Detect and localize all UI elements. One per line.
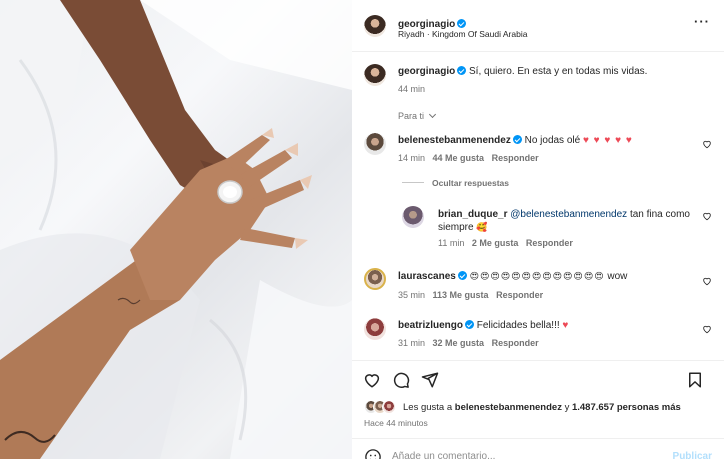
caption-text: Sí, quiero. En esta y en todas mis vidas… [469,66,648,77]
reply-time: 11 min [438,238,465,248]
comment-trailing-text: wow [607,271,628,282]
reply-like-heart-icon[interactable] [702,211,712,221]
hide-replies-button[interactable]: Ocultar respuestas [432,178,509,188]
caption-avatar[interactable] [364,64,386,86]
verified-icon [457,66,467,75]
share-icon[interactable] [421,371,439,389]
comment-input[interactable]: Añade un comentario... [392,451,495,459]
comment-meta: 35 min 113 Me gusta Responder [398,290,543,300]
filter-label: Para ti [398,111,425,121]
thread-divider [402,182,424,183]
comment-meta: 14 min 44 Me gusta Responder [398,153,539,163]
comment-item: beatrizluengo Felicidades bella!!! ♥ [398,320,698,331]
comment-avatar[interactable] [364,133,386,155]
comment-item: laurascanes 😍😍😍😍😍😍😍😍😍😍😍😍😍 wow [398,271,703,282]
composer-divider [352,438,724,439]
reply-username[interactable]: brian_duque_r [438,209,507,220]
comment-emoji: ♥ [562,320,570,331]
comment-username[interactable]: laurascanes [398,271,456,282]
chevron-down-icon [428,110,436,119]
more-options-icon[interactable]: ··· [694,14,710,29]
reply-likes[interactable]: 2 Me gusta [472,238,519,248]
like-heart-icon[interactable] [363,371,381,389]
liked-by-text: Les gusta a belenestebanmenendez y 1.487… [403,402,681,413]
emoji-smiley-icon[interactable] [364,448,382,459]
author-avatar[interactable] [364,15,386,37]
post-photo[interactable] [0,0,352,459]
liked-by-suffix: y [564,402,570,413]
comment-time: 31 min [398,338,426,348]
caption: georginagio Sí, quiero. En esta y en tod… [398,66,708,77]
post-panel: georginagio Riyadh · Kingdom Of Saudi Ar… [352,0,724,459]
comment-meta: 31 min 32 Me gusta Responder [398,338,539,348]
liked-by-prefix: Les gusta a [403,402,453,413]
comment-avatar[interactable] [364,268,386,290]
comment-item: belenestebanmenendez No jodas olé ♥ ♥ ♥ … [398,135,698,146]
liked-count[interactable]: 1.487.657 personas más [572,402,681,413]
post-location[interactable]: Riyadh · Kingdom Of Saudi Arabia [398,29,527,39]
publish-button[interactable]: Publicar [673,451,712,459]
comment-like-heart-icon[interactable] [702,324,712,334]
comment-likes[interactable]: 32 Me gusta [433,338,485,348]
reply-emoji: 🥰 [476,222,489,232]
post-header: georginagio Riyadh · Kingdom Of Saudi Ar… [352,0,724,52]
comment-emoji: 😍😍😍😍😍😍😍😍😍😍😍😍😍 [469,271,605,281]
comment-time: 35 min [398,290,426,300]
reply-meta: 11 min 2 Me gusta Responder [438,238,573,248]
liked-by-user[interactable]: belenestebanmenendez [455,402,562,413]
reply-reply-button[interactable]: Responder [526,238,573,248]
comment-username[interactable]: beatrizluengo [398,320,463,331]
save-bookmark-icon[interactable] [686,371,704,389]
liked-by-avatars[interactable] [364,400,402,414]
comment-text: Felicidades bella!!! [476,320,560,331]
comment-avatar[interactable] [364,318,386,340]
comment-like-heart-icon[interactable] [702,139,712,149]
comment-time: 14 min [398,153,426,163]
reply-button[interactable]: Responder [492,338,539,348]
comment-likes[interactable]: 113 Me gusta [433,290,489,300]
reply-mention[interactable]: @belenestebanmenendez [510,209,627,220]
verified-icon [465,320,475,329]
reply-item: brian_duque_r @belenestebanmenendez tan … [438,208,698,234]
action-divider [352,360,724,361]
photo-illustration [0,0,352,459]
caption-time: 44 min [398,84,426,94]
comment-like-heart-icon[interactable] [702,276,712,286]
comment-emoji: ♥ ♥ ♥ ♥ ♥ [582,135,633,146]
verified-icon [457,271,467,280]
comment-username[interactable]: belenestebanmenendez [398,135,511,146]
comment-text: No jodas olé [524,135,581,146]
comment-icon[interactable] [392,371,410,389]
comments-filter[interactable]: Para ti [398,110,436,121]
reply-avatar[interactable] [402,206,424,228]
reply-button[interactable]: Responder [496,290,543,300]
verified-icon [512,135,522,144]
post-timestamp[interactable]: Hace 44 minutos [364,418,428,428]
comment-likes[interactable]: 44 Me gusta [433,153,485,163]
reply-button[interactable]: Responder [492,153,539,163]
verified-icon [457,19,467,28]
liked-avatar [382,400,396,414]
caption-username[interactable]: georginagio [398,66,455,77]
